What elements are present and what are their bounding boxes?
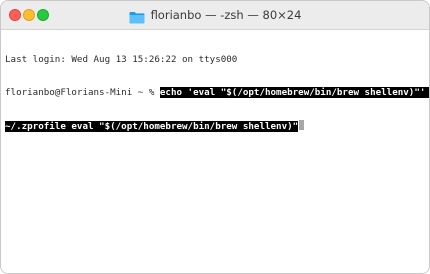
shell-prompt: florianbo@Florians-Mini ~ % (5, 87, 160, 98)
command-line-1: florianbo@Florians-Mini ~ % echo 'eval "… (5, 87, 429, 98)
window-title: florianbo — -zsh — 80×24 (150, 8, 302, 22)
terminal-window: florianbo — -zsh — 80×24 Last login: Wed… (0, 0, 430, 274)
terminal-content[interactable]: Last login: Wed Aug 13 15:26:22 on ttys0… (1, 30, 429, 273)
folder-icon (129, 9, 145, 23)
command-line-2: ~/.zprofile eval "$(/opt/homebrew/bin/br… (5, 120, 425, 132)
selected-command-part-2: ~/.zprofile eval "$(/opt/homebrew/bin/br… (5, 121, 299, 132)
window-title-group: florianbo — -zsh — 80×24 (1, 1, 429, 29)
text-cursor (299, 120, 305, 130)
selected-command-part-1: echo 'eval "$(/opt/homebrew/bin/brew she… (159, 87, 429, 98)
title-bar[interactable]: florianbo — -zsh — 80×24 (1, 1, 429, 30)
last-login-line: Last login: Wed Aug 13 15:26:22 on ttys0… (5, 54, 238, 65)
